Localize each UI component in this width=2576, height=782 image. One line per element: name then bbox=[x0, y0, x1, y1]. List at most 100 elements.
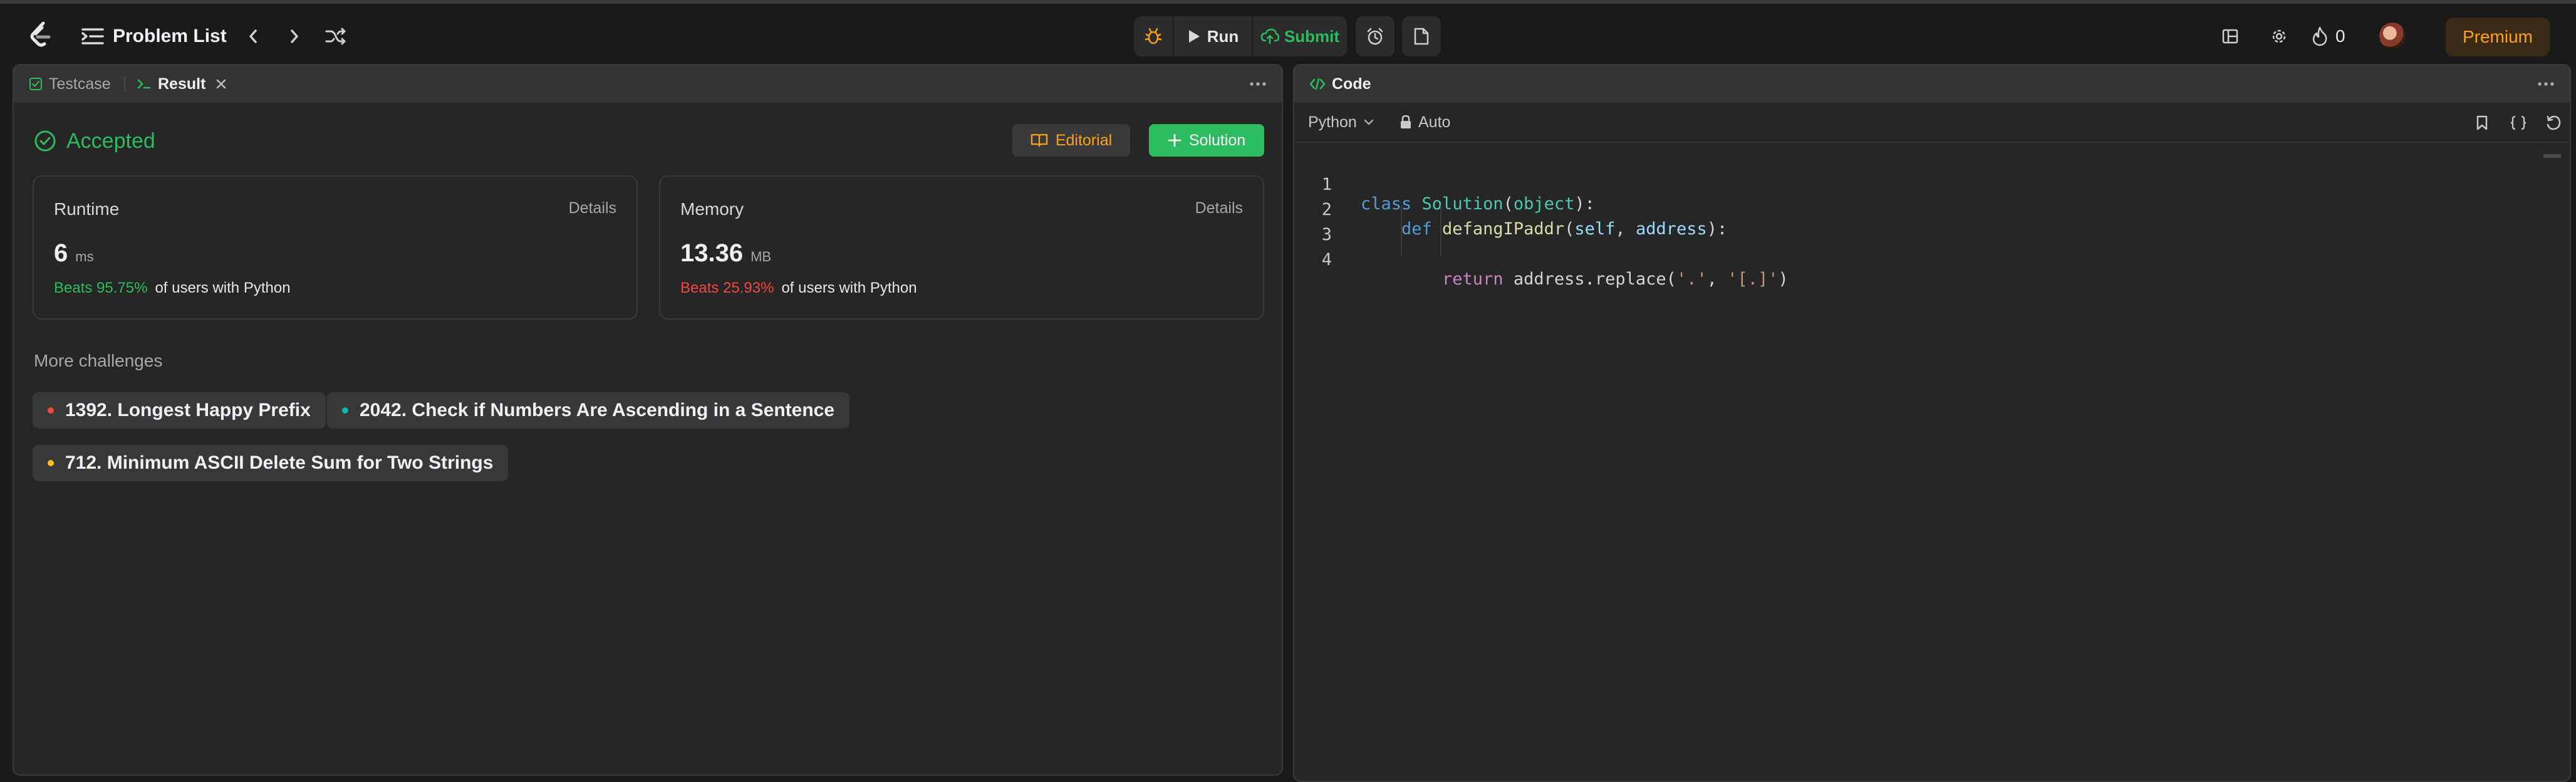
tab-result-label: Result bbox=[158, 75, 206, 93]
book-icon bbox=[1031, 133, 1047, 147]
layout-icon bbox=[2222, 29, 2238, 44]
editor-scrollbar[interactable] bbox=[2543, 154, 2561, 158]
memory-value: 13.36 bbox=[680, 239, 744, 267]
streak-count: 0 bbox=[2335, 26, 2345, 46]
tab-code[interactable]: Code bbox=[1309, 74, 1371, 94]
runtime-suffix: of users with Python bbox=[155, 279, 291, 296]
runtime-beats-row: Beats 95.75% of users with Python bbox=[54, 279, 291, 297]
runtime-title: Runtime bbox=[54, 199, 120, 219]
indent-guide bbox=[1401, 206, 1402, 256]
language-label: Python bbox=[1308, 113, 1357, 131]
run-submit-group: Run Submit bbox=[1134, 16, 1347, 56]
memory-beats: Beats 25.93% bbox=[680, 279, 774, 296]
more-challenges-title: More challenges bbox=[34, 351, 163, 370]
memory-suffix: of users with Python bbox=[781, 279, 917, 296]
check-circle-icon bbox=[34, 130, 56, 152]
chevron-right-icon bbox=[291, 29, 298, 43]
challenge-chip[interactable]: 2042. Check if Numbers Are Ascending in … bbox=[327, 392, 850, 429]
problem-list-label: Problem List bbox=[113, 26, 227, 46]
auto-label: Auto bbox=[1418, 113, 1451, 131]
challenge-chip[interactable]: 712. Minimum ASCII Delete Sum for Two St… bbox=[33, 445, 509, 481]
tab-result[interactable]: Result bbox=[137, 74, 227, 94]
code-line: 1 class Solution(object): bbox=[1294, 155, 2570, 214]
line-code: return address.replace('.', '[.]') bbox=[1361, 269, 1789, 289]
runtime-unit: ms bbox=[75, 249, 94, 264]
code-token: address bbox=[1513, 269, 1585, 289]
avatar[interactable] bbox=[2379, 23, 2406, 49]
gear-icon bbox=[2272, 29, 2286, 43]
code-token: return bbox=[1361, 269, 1514, 289]
code-panel: Code Python Auto 1 class Solution(object… bbox=[1293, 64, 2571, 782]
language-select[interactable]: Python bbox=[1308, 112, 1374, 133]
more-horizontal-icon bbox=[1250, 82, 1266, 86]
layout-button[interactable] bbox=[2218, 24, 2243, 49]
code-panel-header: Code bbox=[1294, 65, 2570, 103]
prev-problem-button[interactable] bbox=[242, 24, 264, 49]
lock-icon bbox=[1401, 115, 1411, 128]
challenge-title: 1392. Longest Happy Prefix bbox=[65, 400, 311, 420]
panel-more-button[interactable] bbox=[1247, 76, 1269, 91]
run-label: Run bbox=[1207, 26, 1239, 46]
premium-button[interactable]: Premium bbox=[2446, 18, 2550, 56]
memory-unit: MB bbox=[750, 249, 772, 264]
chevron-left-icon bbox=[249, 29, 257, 43]
code-line: 3 bbox=[1294, 206, 2570, 244]
code-token: '[.]' bbox=[1727, 269, 1779, 289]
leetcode-logo-icon[interactable] bbox=[25, 19, 55, 51]
bookmark-icon bbox=[2476, 115, 2488, 130]
code-token: '.' bbox=[1676, 269, 1707, 289]
result-panel-header: Testcase Result bbox=[14, 65, 1282, 103]
runtime-beats: Beats 95.75% bbox=[54, 279, 148, 296]
play-icon bbox=[1188, 30, 1200, 43]
reset-icon bbox=[2547, 115, 2561, 130]
code-line: 4 return address.replace('.', '[.]') bbox=[1294, 231, 2570, 289]
code-editor[interactable]: 1 class Solution(object): 2 def defangIP… bbox=[1294, 147, 2570, 781]
bug-icon bbox=[1145, 28, 1162, 44]
alarm-clock-icon bbox=[1367, 28, 1383, 45]
settings-button[interactable] bbox=[2267, 24, 2292, 49]
memory-details-link[interactable]: Details bbox=[1195, 199, 1243, 217]
notes-button[interactable] bbox=[1402, 16, 1441, 56]
difficulty-dot bbox=[342, 407, 348, 414]
code-token: , bbox=[1706, 269, 1728, 289]
reset-code-button[interactable] bbox=[2542, 113, 2565, 133]
bookmark-button[interactable] bbox=[2472, 113, 2492, 133]
runtime-value: 6 bbox=[54, 239, 68, 267]
runtime-details-link[interactable]: Details bbox=[569, 199, 616, 217]
tab-code-label: Code bbox=[1332, 75, 1371, 93]
editor-toolbar: Python Auto bbox=[1294, 103, 2570, 143]
difficulty-dot bbox=[48, 407, 54, 414]
memory-card: Memory Details 13.36 MB Beats 25.93% of … bbox=[659, 175, 1264, 320]
memory-title: Memory bbox=[680, 199, 744, 219]
braces-icon bbox=[2510, 115, 2527, 130]
code-line: 2 def defangIPaddr(self, address): bbox=[1294, 180, 2570, 239]
tab-testcase-label: Testcase bbox=[49, 75, 111, 93]
tab-testcase[interactable]: Testcase bbox=[29, 74, 111, 94]
run-button[interactable]: Run bbox=[1174, 16, 1253, 56]
memory-beats-row: Beats 25.93% of users with Python bbox=[680, 279, 917, 297]
format-code-button[interactable] bbox=[2507, 113, 2530, 133]
fire-icon bbox=[2312, 26, 2327, 46]
code-token: .replace( bbox=[1584, 269, 1676, 289]
timer-button[interactable] bbox=[1356, 16, 1394, 56]
problem-list-button[interactable]: Problem List bbox=[81, 19, 227, 54]
plus-icon bbox=[1168, 133, 1182, 147]
runtime-card: Runtime Details 6 ms Beats 95.75% of use… bbox=[33, 175, 638, 320]
solution-button[interactable]: Solution bbox=[1149, 124, 1264, 157]
random-problem-button[interactable] bbox=[323, 23, 348, 50]
checkbox-icon bbox=[29, 78, 42, 90]
challenge-title: 712. Minimum ASCII Delete Sum for Two St… bbox=[65, 452, 494, 473]
runtime-value-row: 6 ms bbox=[54, 239, 94, 268]
code-panel-more-button[interactable] bbox=[2535, 76, 2557, 91]
debug-button[interactable] bbox=[1134, 16, 1174, 56]
close-icon[interactable] bbox=[216, 78, 227, 90]
auto-mode-toggle[interactable]: Auto bbox=[1400, 112, 1450, 133]
status-row: Accepted bbox=[34, 125, 155, 157]
streak-counter[interactable]: 0 bbox=[2312, 23, 2345, 50]
result-panel: Testcase Result Accepted Editorial Solut… bbox=[13, 64, 1283, 776]
next-problem-button[interactable] bbox=[283, 24, 306, 49]
submit-button[interactable]: Submit bbox=[1253, 16, 1347, 56]
top-navbar: Problem List Run Submit 0 Premium bbox=[0, 0, 2576, 65]
editorial-button[interactable]: Editorial bbox=[1012, 124, 1130, 157]
challenge-chip[interactable]: 1392. Longest Happy Prefix bbox=[33, 392, 326, 429]
